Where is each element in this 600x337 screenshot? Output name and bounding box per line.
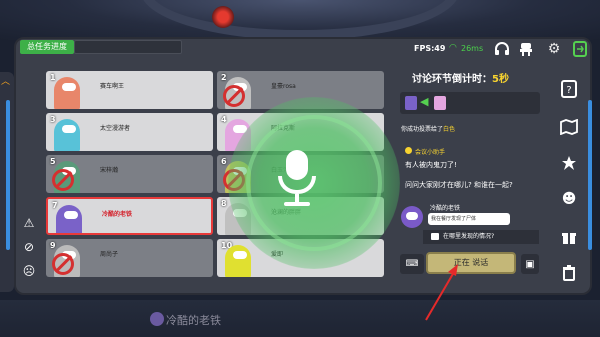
emergency-button-icon bbox=[212, 6, 234, 28]
chat-icon bbox=[431, 233, 439, 240]
player-card[interactable]: 1 赛车啊王 bbox=[46, 71, 213, 109]
player-visor bbox=[64, 211, 78, 219]
assistant-line-1: 有人被内鬼刀了! bbox=[405, 161, 457, 169]
player-name: 赛车啊王 bbox=[100, 83, 125, 90]
emote-icon[interactable]: ☻ bbox=[558, 188, 580, 210]
player-number: 6 bbox=[221, 157, 227, 166]
chair-icon[interactable] bbox=[517, 40, 535, 58]
gift-icon[interactable] bbox=[558, 226, 580, 248]
arrow-left-icon: ◀ bbox=[420, 95, 429, 108]
vote-target-avatar bbox=[434, 96, 446, 110]
headset-icon[interactable] bbox=[493, 40, 511, 58]
chat-bubble: 我在餐厅发现了尸体 bbox=[428, 213, 510, 225]
countdown-label: 讨论环节倒计时： bbox=[412, 74, 492, 85]
gear-icon[interactable]: ⚙ bbox=[545, 40, 563, 58]
speaker-avatar bbox=[150, 312, 164, 326]
player-number: 4 bbox=[221, 115, 227, 124]
vote-prefix: 你成功投票给了 bbox=[401, 126, 444, 133]
player-name: 太空漫游者 bbox=[100, 125, 131, 132]
player-card[interactable]: 3 太空漫游者 bbox=[46, 113, 213, 151]
dead-icon bbox=[223, 85, 245, 107]
player-number: 3 bbox=[50, 115, 56, 124]
player-avatar bbox=[56, 205, 82, 233]
question-icon[interactable]: ? bbox=[558, 78, 580, 100]
player-number: 2 bbox=[221, 73, 227, 82]
countdown-value: 5秒 bbox=[492, 74, 509, 85]
map-background-bottom bbox=[0, 300, 600, 337]
player-avatar bbox=[54, 119, 80, 151]
task-progress-bar bbox=[74, 40, 182, 54]
dead-icon bbox=[52, 253, 74, 275]
microphone-pole-icon bbox=[295, 194, 299, 202]
player-card[interactable]: 7 冷酷的老铁 bbox=[46, 197, 213, 235]
assistant-line-2: 问问大家刚才在哪儿? 和谁在一起? bbox=[405, 181, 513, 189]
speaker-name: 冷酷的老铁 bbox=[166, 314, 221, 327]
player-number: 7 bbox=[52, 201, 58, 210]
annotation-arrow-icon bbox=[425, 264, 458, 321]
assistant-icon bbox=[405, 147, 412, 154]
player-visor bbox=[62, 83, 76, 91]
vote-target: 白色 bbox=[443, 126, 456, 133]
microphone-base-icon bbox=[284, 202, 310, 206]
player-avatar bbox=[225, 245, 251, 277]
player-card[interactable]: 5 宋梓瀚 bbox=[46, 155, 213, 193]
map-icon[interactable] bbox=[558, 116, 580, 138]
player-visor bbox=[233, 251, 247, 259]
mute-icon[interactable]: ☹ bbox=[21, 263, 37, 279]
player-card[interactable]: 9 周尚子 bbox=[46, 239, 213, 277]
quick-question[interactable]: 在哪里发现的情况? bbox=[423, 230, 539, 244]
vote-result-text: 你成功投票给了白色 bbox=[401, 124, 455, 133]
player-name: 冷酷的老铁 bbox=[102, 211, 133, 218]
send-button[interactable]: ▣ bbox=[521, 254, 539, 274]
assistant-title: 会议小助手 bbox=[415, 149, 446, 156]
chat-sender-name: 冷酷的老铁 bbox=[430, 205, 461, 212]
player-avatar bbox=[54, 77, 80, 109]
trash-icon[interactable] bbox=[558, 262, 580, 284]
warning-icon[interactable]: ⚠ bbox=[21, 215, 37, 231]
chevron-up-icon[interactable]: ︿ bbox=[1, 74, 10, 87]
player-number: 9 bbox=[50, 241, 56, 250]
player-name: 周尚子 bbox=[100, 251, 119, 258]
fps-readout: FPS:49 bbox=[414, 44, 446, 53]
wifi-icon: ◠ bbox=[449, 43, 457, 53]
player-name: 皇豪rosa bbox=[271, 83, 296, 90]
player-number: 8 bbox=[221, 199, 227, 208]
player-number: 5 bbox=[50, 157, 56, 166]
countdown-title: 讨论环节倒计时：5秒 bbox=[412, 70, 509, 85]
ban-icon[interactable]: ⊘ bbox=[21, 239, 37, 255]
dead-icon bbox=[52, 169, 74, 191]
svg-text:?: ? bbox=[566, 85, 571, 96]
chat-avatar bbox=[401, 206, 423, 228]
player-visor bbox=[62, 125, 76, 133]
player-name: 宋梓瀚 bbox=[100, 167, 119, 174]
quick-question-text: 在哪里发现的情况? bbox=[443, 233, 495, 240]
skill-icon[interactable] bbox=[558, 152, 580, 174]
player-number: 1 bbox=[50, 73, 56, 82]
right-accent-stripe bbox=[588, 100, 592, 250]
exit-icon[interactable] bbox=[571, 40, 589, 58]
left-accent-stripe bbox=[6, 100, 10, 250]
voter-avatar bbox=[405, 96, 417, 110]
ping-readout: 26ms bbox=[461, 44, 484, 53]
task-progress-label: 总任务进度 bbox=[20, 40, 74, 54]
